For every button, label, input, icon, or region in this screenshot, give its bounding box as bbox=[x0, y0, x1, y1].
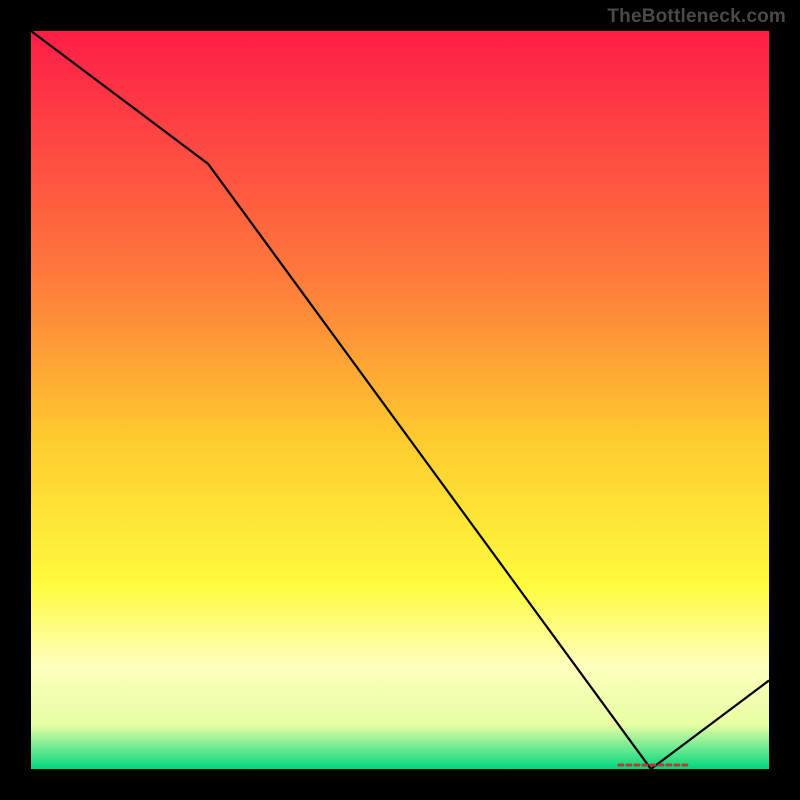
chart-frame: TheBottleneck.com bbox=[0, 0, 800, 800]
watermark-text: TheBottleneck.com bbox=[607, 6, 786, 28]
gradient-background bbox=[31, 31, 769, 769]
chart-svg bbox=[31, 31, 769, 769]
plot-area bbox=[31, 31, 769, 769]
